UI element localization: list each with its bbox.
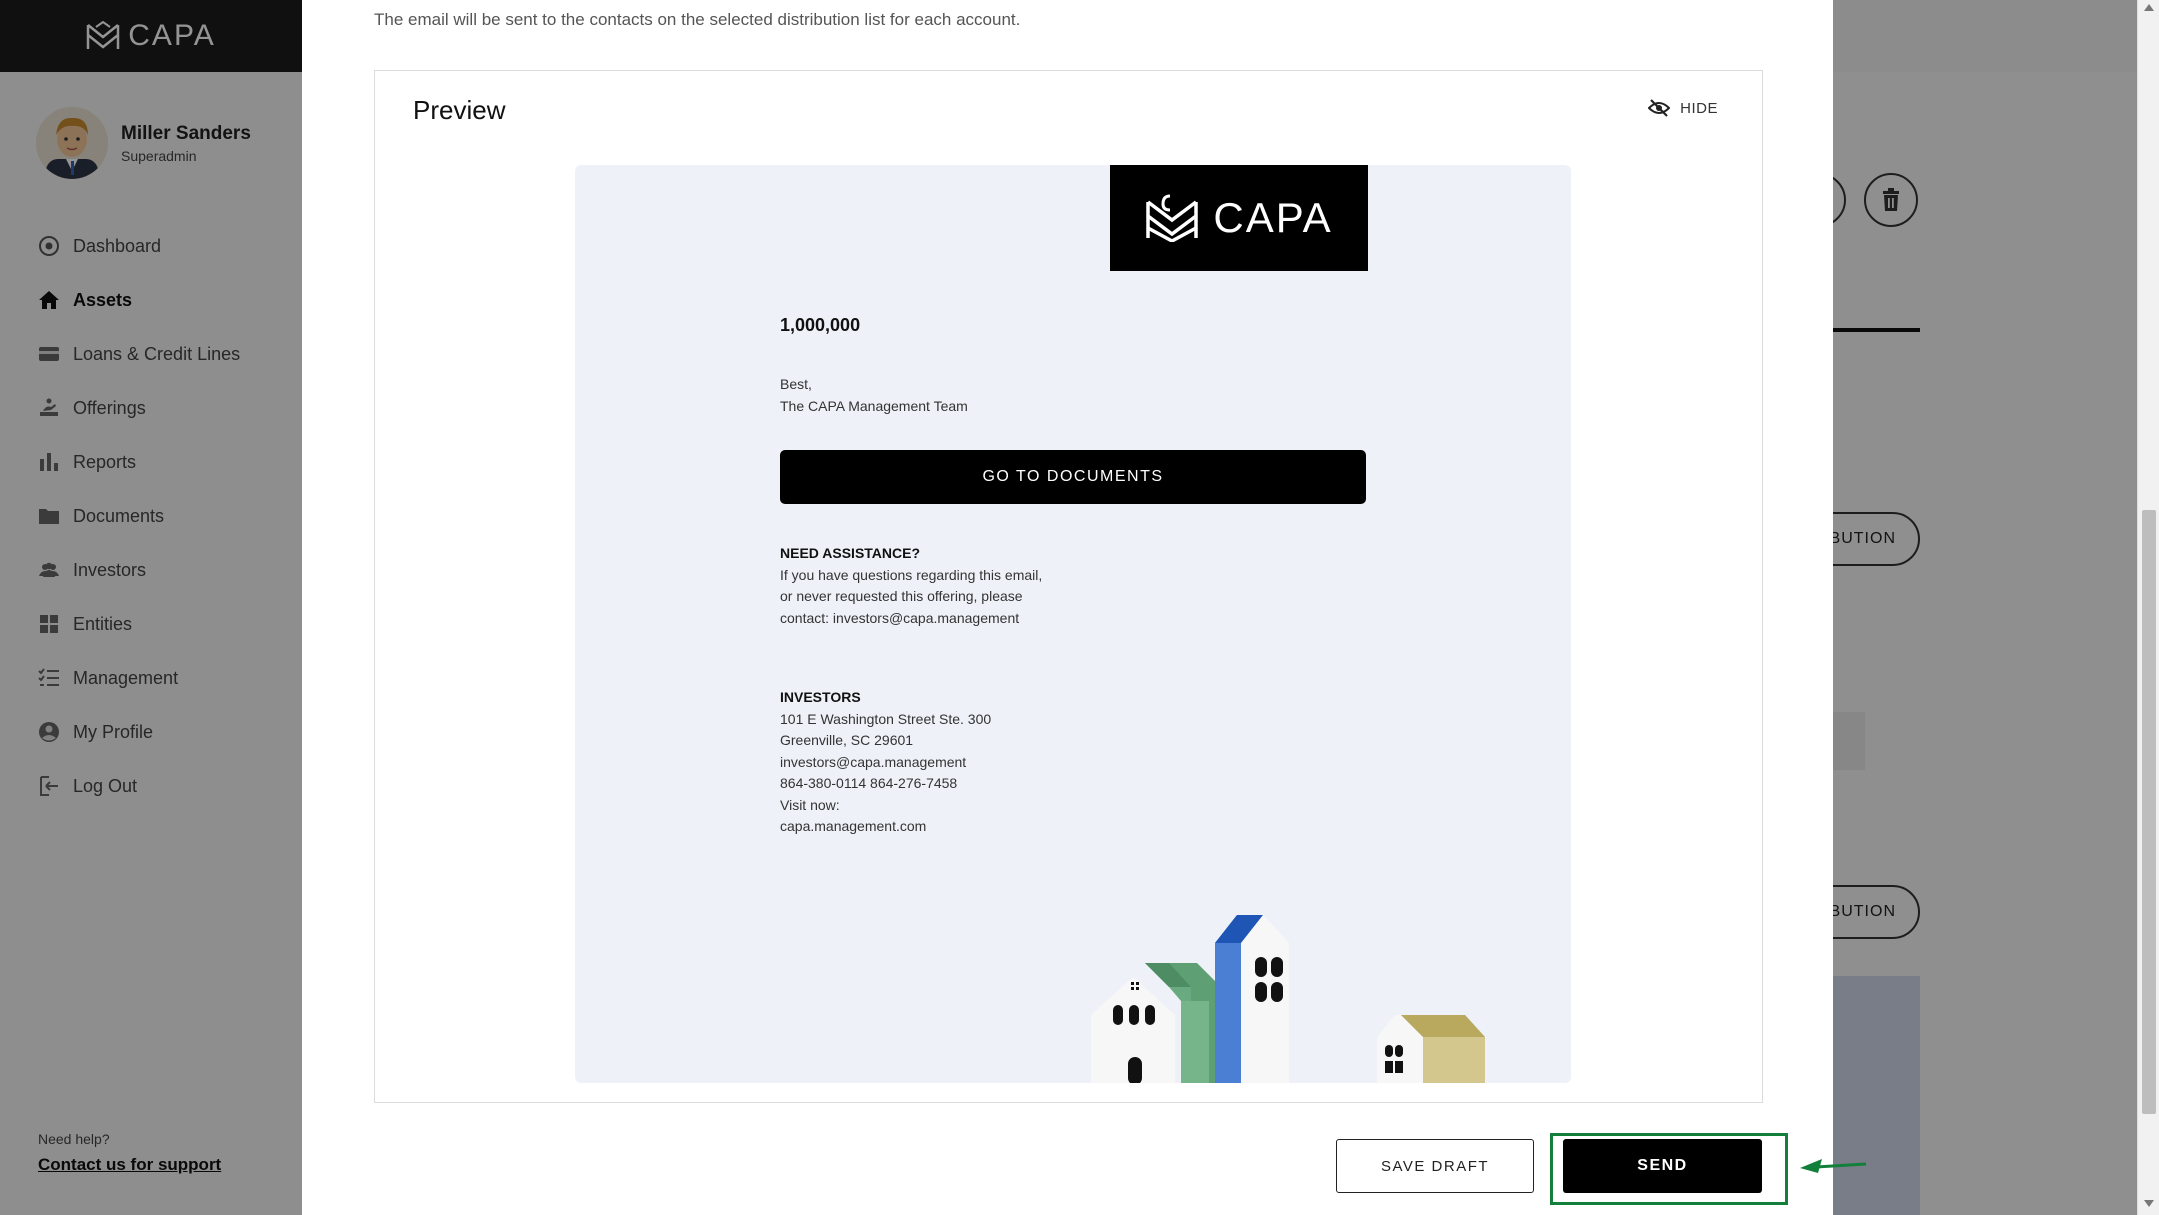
hide-label: HIDE [1680, 99, 1718, 117]
scroll-down-arrow-icon[interactable] [2144, 1200, 2154, 1207]
email-signoff: Best, The CAPA Management Team [780, 373, 968, 417]
modal-description: The email will be sent to the contacts o… [374, 10, 1021, 29]
save-draft-button[interactable]: SAVE DRAFT [1336, 1139, 1534, 1193]
email-logo: CAPA [1110, 165, 1368, 271]
visit-label: Visit now: [780, 796, 840, 813]
email-preview: CAPA 1,000,000 Best, The CAPA Management… [575, 165, 1571, 1083]
signoff-line: Best, [780, 376, 812, 392]
preview-title: Preview [413, 95, 506, 125]
hide-preview-button[interactable]: HIDE [1648, 99, 1718, 117]
investors-heading: INVESTORS [780, 689, 861, 705]
contact-email: investors@capa.management [780, 753, 967, 770]
contact-phones: 864-380-0114 864-276-7458 [780, 775, 958, 791]
assistance-heading: NEED ASSISTANCE? [780, 545, 921, 561]
address-line-2: Greenville, SC 29601 [780, 732, 914, 748]
eye-off-icon [1648, 99, 1671, 117]
email-amount: 1,000,000 [780, 315, 861, 335]
scrollbar-thumb[interactable] [2142, 510, 2156, 1114]
email-logo-wordmark: CAPA [1213, 194, 1333, 241]
email-modal: The email will be sent to the contacts o… [302, 0, 1833, 1215]
go-to-documents-button[interactable]: GO TO DOCUMENTS [780, 450, 1366, 504]
scroll-up-arrow-icon[interactable] [2144, 4, 2154, 11]
scrollbar[interactable] [2137, 0, 2159, 1215]
capa-logo-icon [1146, 194, 1199, 242]
preview-card: Preview HIDE CAPA 1,000,000 Best, The CA… [374, 70, 1763, 1103]
assistance-body: If you have questions regarding this ema… [780, 566, 1043, 626]
pointer-arrow-icon [1800, 1159, 1867, 1173]
signoff-team: The CAPA Management Team [780, 398, 968, 414]
buildings-illustration [1091, 915, 1485, 1083]
website-link: capa.management.com [780, 818, 927, 834]
send-button[interactable]: SEND [1563, 1139, 1762, 1193]
assistance-section: NEED ASSISTANCE? If you have questions r… [780, 543, 1050, 629]
investors-section: INVESTORS 101 E Washington Street Ste. 3… [780, 687, 991, 838]
address-line-1: 101 E Washington Street Ste. 300 [780, 710, 992, 727]
